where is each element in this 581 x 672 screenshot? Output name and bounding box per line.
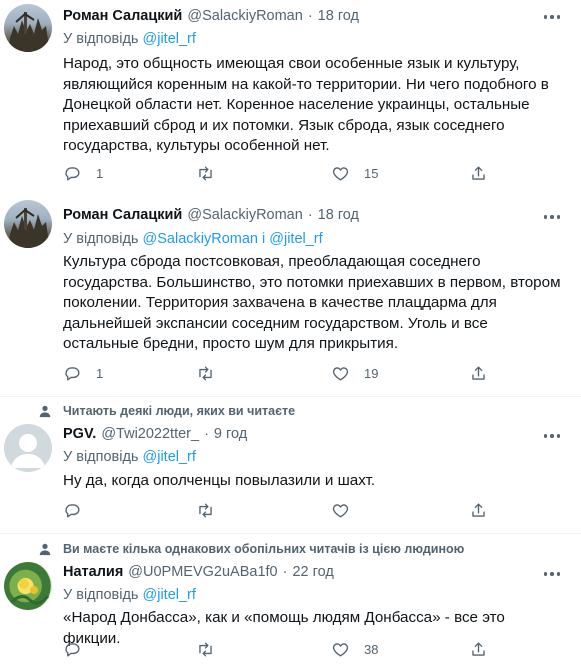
more-icon[interactable] <box>541 565 563 583</box>
reply-icon <box>65 503 80 518</box>
tweet-header: Роман Салацкий @SalackiyRoman · 18 год <box>63 207 359 223</box>
tweet-text: Народ, это общность имеющая свои особенн… <box>63 55 549 154</box>
reply-count: 1 <box>96 365 104 381</box>
action-bar: 38 <box>63 638 503 660</box>
reply-icon <box>65 366 80 381</box>
like-button[interactable]: 15 <box>331 162 378 184</box>
reply-mention[interactable]: @SalackiyRoman і @jitel_rf <box>143 231 323 247</box>
share-icon <box>472 641 485 656</box>
reply-prefix: У відповідь <box>63 587 139 603</box>
like-button[interactable]: 19 <box>331 362 378 384</box>
avatar[interactable] <box>4 4 52 52</box>
reply-button[interactable]: 1 <box>63 362 103 384</box>
share-button[interactable] <box>469 362 488 384</box>
action-bar: 1 19 <box>63 362 503 384</box>
reply-mention[interactable]: @jitel_rf <box>143 587 196 603</box>
timestamp[interactable]: 18 год <box>318 8 359 24</box>
share-button[interactable] <box>469 499 488 521</box>
reply-context: У відповідь @jitel_rf <box>63 31 196 47</box>
timestamp[interactable]: 9 год <box>214 426 247 442</box>
timestamp[interactable]: 18 год <box>318 207 359 223</box>
reply-mention[interactable]: @jitel_rf <box>143 449 196 465</box>
share-icon <box>472 165 485 180</box>
tweet-text: Культура сброда постсовковая, преобладаю… <box>63 253 561 352</box>
like-count: 15 <box>364 165 379 181</box>
avatar-image <box>8 208 48 248</box>
retweet-icon <box>199 641 212 657</box>
retweet-button[interactable] <box>196 362 229 384</box>
share-icon <box>472 502 485 517</box>
reply-button[interactable]: 1 <box>63 162 103 184</box>
like-button[interactable]: 38 <box>331 638 378 660</box>
separator-dot: · <box>307 207 313 223</box>
more-icon[interactable] <box>541 208 563 226</box>
author-handle[interactable]: @SalackiyRoman <box>187 8 302 24</box>
flower-avatar-image <box>10 579 50 605</box>
social-context: Читають деякі люди, яких ви читаєте <box>38 404 295 418</box>
avatar[interactable] <box>4 200 52 248</box>
reply-button[interactable] <box>63 638 96 660</box>
reply-context: У відповідь @jitel_rf <box>63 449 196 465</box>
separator-dot: · <box>204 426 209 442</box>
tweet-4[interactable]: Ви маєте кілька однакових обопільних чит… <box>0 534 581 672</box>
tweet-header: Роман Салацкий @SalackiyRoman · 18 год <box>63 8 359 24</box>
share-icon <box>472 365 485 380</box>
heart-icon <box>332 642 349 657</box>
tweet-header: PGV. @Twi2022tter_ · 9 год <box>63 426 247 442</box>
timestamp[interactable]: 22 год <box>292 564 333 580</box>
avatar-image <box>8 12 48 52</box>
author-handle[interactable]: @Twi2022tter_ <box>101 426 199 442</box>
avatar[interactable] <box>4 562 52 610</box>
tweet-2[interactable]: Роман Салацкий @SalackiyRoman · 18 год У… <box>0 196 581 392</box>
social-context-text[interactable]: Ви маєте кілька однакових обопільних чит… <box>63 542 464 556</box>
reply-icon <box>65 642 80 657</box>
author-name[interactable]: Роман Салацкий <box>63 8 182 24</box>
reply-prefix: У відповідь <box>63 231 139 247</box>
tweet-text: Ну да, когда ополченцы повылазили и шахт… <box>63 472 376 489</box>
author-name[interactable]: PGV. <box>63 426 96 442</box>
more-icon[interactable] <box>541 8 563 26</box>
retweet-button[interactable] <box>196 162 229 184</box>
author-handle[interactable]: @SalackiyRoman <box>187 207 302 223</box>
author-name[interactable]: Роман Салацкий <box>63 207 182 223</box>
share-button[interactable] <box>469 638 488 660</box>
reply-icon <box>65 166 80 181</box>
social-context-text[interactable]: Читають деякі люди, яких ви читаєте <box>63 404 295 418</box>
reply-prefix: У відповідь <box>63 449 139 465</box>
like-button[interactable] <box>331 499 364 521</box>
heart-icon <box>332 366 349 381</box>
retweet-button[interactable] <box>196 499 229 521</box>
avatar[interactable] <box>4 424 52 472</box>
retweet-icon <box>199 502 212 518</box>
retweet-icon <box>199 165 212 181</box>
person-icon <box>39 543 51 556</box>
social-context: Ви маєте кілька однакових обопільних чит… <box>38 542 464 556</box>
reply-context: У відповідь @jitel_rf <box>63 587 196 603</box>
person-icon <box>39 405 51 418</box>
retweet-button[interactable] <box>196 638 229 660</box>
like-count: 19 <box>364 365 379 381</box>
author-name[interactable]: Наталия <box>63 564 123 580</box>
heart-icon <box>332 166 349 181</box>
reply-count: 1 <box>96 165 104 181</box>
separator-dot: · <box>307 8 313 24</box>
reply-context: У відповідь @SalackiyRoman і @jitel_rf <box>63 231 323 247</box>
action-bar: 1 15 <box>63 162 503 184</box>
like-count: 38 <box>364 641 379 657</box>
author-handle[interactable]: @U0PMEVG2uABa1f0 <box>128 564 277 580</box>
more-icon[interactable] <box>541 427 563 445</box>
action-bar <box>63 499 503 521</box>
share-button[interactable] <box>469 162 488 184</box>
retweet-icon <box>199 365 212 381</box>
tweet-1[interactable]: Роман Салацкий @SalackiyRoman · 18 год У… <box>0 0 581 196</box>
default-avatar-icon <box>11 434 45 468</box>
reply-button[interactable] <box>63 499 96 521</box>
separator-dot: · <box>282 564 288 580</box>
tweet-3[interactable]: Читають деякі люди, яких ви читаєте PGV.… <box>0 397 581 532</box>
heart-icon <box>332 503 349 518</box>
reply-mention[interactable]: @jitel_rf <box>143 31 196 47</box>
tweet-header: Наталия @U0PMEVG2uABa1f0 · 22 год <box>63 564 334 580</box>
reply-prefix: У відповідь <box>63 31 139 47</box>
